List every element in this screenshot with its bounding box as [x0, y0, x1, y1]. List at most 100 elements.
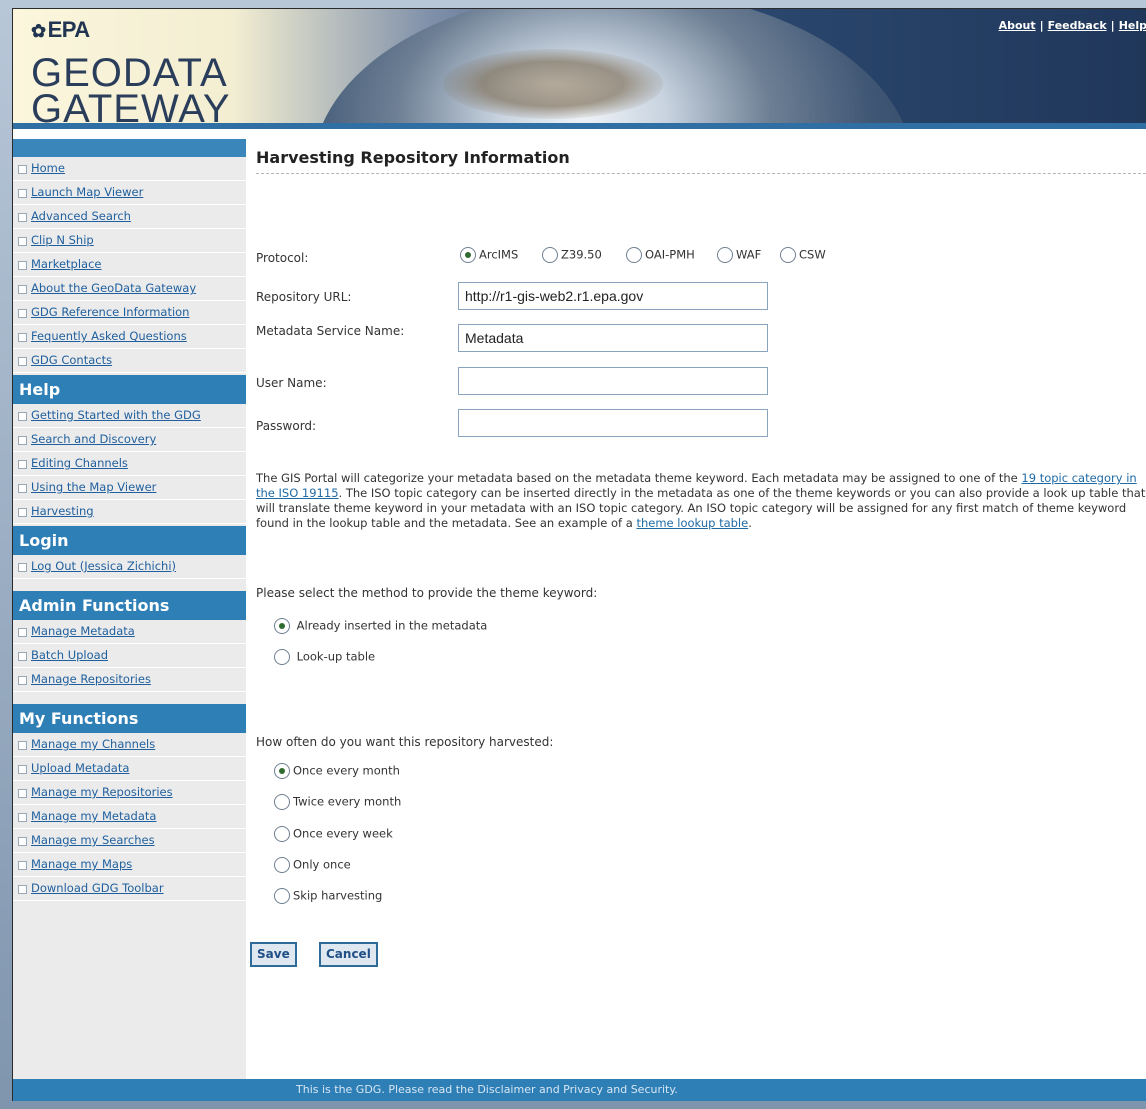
about-link[interactable]: About [999, 19, 1036, 32]
radio-selected-icon[interactable] [460, 247, 476, 263]
radio-icon[interactable] [780, 247, 796, 263]
cancel-button[interactable]: Cancel [319, 942, 378, 967]
top-links: About | Feedback | Help [999, 19, 1146, 32]
radio-icon[interactable] [274, 888, 290, 904]
bullet-icon [18, 765, 27, 774]
metadata-service-input[interactable]: Metadata [458, 324, 768, 352]
frequency-option-weekly[interactable]: Once every week [274, 826, 393, 842]
frequency-option-once[interactable]: Only once [274, 857, 351, 873]
sidebar-link[interactable]: Manage Repositories [31, 672, 151, 686]
bullet-icon [18, 237, 27, 246]
sidebar-link[interactable]: Advanced Search [31, 209, 131, 223]
footer: This is the GDG. Please read the Disclai… [13, 1079, 1146, 1101]
radio-icon[interactable] [717, 247, 733, 263]
option-label: Twice every month [293, 794, 402, 809]
method-option-inserted[interactable]: Already inserted in the metadata [274, 618, 487, 634]
save-button[interactable]: Save [250, 942, 297, 967]
sidebar-item-home: Home [13, 157, 246, 181]
protocol-options: ArcIMS Z39.50 OAI-PMH WAF CSW [460, 247, 960, 267]
sidebar-link[interactable]: Editing Channels [31, 456, 128, 470]
password-input[interactable] [458, 409, 768, 437]
sidebar-link[interactable]: Manage my Searches [31, 833, 155, 847]
sidebar-link[interactable]: Getting Started with the GDG [31, 408, 201, 422]
sidebar-link[interactable]: Home [31, 161, 65, 175]
sidebar-item-marketplace: Marketplace [13, 253, 246, 277]
sidebar-link[interactable]: Manage my Maps [31, 857, 132, 871]
bullet-icon [18, 837, 27, 846]
option-label: Once every week [293, 826, 393, 841]
protocol-option-oai-pmh[interactable]: OAI-PMH [626, 247, 695, 263]
radio-selected-icon[interactable] [274, 763, 290, 779]
radio-icon[interactable] [274, 794, 290, 810]
option-label: ArcIMS [479, 247, 519, 262]
sidebar-link[interactable]: Clip N Ship [31, 233, 94, 247]
sidebar-item-harvesting: Harvesting [13, 500, 246, 524]
sidebar-item-clip-n-ship: Clip N Ship [13, 229, 246, 253]
user-name-input[interactable] [458, 367, 768, 395]
sidebar-link[interactable]: GDG Reference Information [31, 305, 189, 319]
radio-selected-icon[interactable] [274, 618, 290, 634]
repository-url-label: Repository URL: [256, 290, 352, 304]
bullet-icon [18, 789, 27, 798]
method-option-lookup[interactable]: Look-up table [274, 649, 375, 665]
bullet-icon [18, 436, 27, 445]
sidebar-item-using-map-viewer: Using the Map Viewer [13, 476, 246, 500]
protocol-option-waf[interactable]: WAF [717, 247, 761, 263]
sidebar-link[interactable]: Harvesting [31, 504, 94, 518]
repository-url-input[interactable]: http://r1-gis-web2.r1.epa.gov [458, 282, 768, 310]
protocol-option-csw[interactable]: CSW [780, 247, 826, 263]
password-label: Password: [256, 419, 317, 433]
bullet-icon [18, 333, 27, 342]
bullet-icon [18, 357, 27, 366]
feedback-link[interactable]: Feedback [1048, 19, 1107, 32]
radio-icon[interactable] [274, 826, 290, 842]
radio-icon[interactable] [274, 857, 290, 873]
sidebar-link[interactable]: Manage my Metadata [31, 809, 156, 823]
radio-icon[interactable] [542, 247, 558, 263]
sidebar-link[interactable]: Marketplace [31, 257, 101, 271]
radio-icon[interactable] [274, 649, 290, 665]
sidebar-link[interactable]: Download GDG Toolbar [31, 881, 164, 895]
sidebar-link[interactable]: Manage my Channels [31, 737, 155, 751]
sidebar-link[interactable]: Launch Map Viewer [31, 185, 143, 199]
protocol-option-z3950[interactable]: Z39.50 [542, 247, 602, 263]
protocol-option-arcims[interactable]: ArcIMS [460, 247, 518, 263]
protocol-label: Protocol: [256, 251, 309, 265]
epa-logo[interactable]: ✿EPA [31, 17, 90, 43]
bullet-icon [18, 741, 27, 750]
sidebar-link[interactable]: Search and Discovery [31, 432, 156, 446]
sidebar-link[interactable]: Batch Upload [31, 648, 108, 662]
frequency-option-twice-monthly[interactable]: Twice every month [274, 794, 401, 810]
frequency-option-monthly[interactable]: Once every month [274, 763, 400, 779]
bullet-icon [18, 309, 27, 318]
browser-frame: ✿EPA GEODATA GATEWAY About | Feedback | Help… [0, 0, 1146, 1109]
option-label: Only once [293, 857, 351, 872]
sidebar-link[interactable]: Using the Map Viewer [31, 480, 156, 494]
sidebar-item-contacts: GDG Contacts [13, 349, 246, 373]
bullet-icon [18, 652, 27, 661]
option-label: CSW [799, 247, 826, 262]
epa-logo-text: EPA [47, 17, 91, 42]
option-label: WAF [736, 247, 762, 262]
sidebar-item-batch-upload: Batch Upload [13, 644, 246, 668]
sidebar-link[interactable]: Manage Metadata [31, 624, 135, 638]
sidebar-item-my-repositories: Manage my Repositories [13, 781, 246, 805]
page-title: Harvesting Repository Information [256, 148, 570, 167]
frequency-option-skip[interactable]: Skip harvesting [274, 888, 382, 904]
bullet-icon [18, 261, 27, 270]
help-link[interactable]: Help [1119, 19, 1146, 32]
radio-icon[interactable] [626, 247, 642, 263]
sidebar-link[interactable]: About the GeoData Gateway [31, 281, 196, 295]
sidebar-item-map-viewer: Launch Map Viewer [13, 181, 246, 205]
sidebar-link[interactable]: Fequently Asked Questions [31, 329, 187, 343]
sidebar-link[interactable]: Upload Metadata [31, 761, 129, 775]
sidebar-link[interactable]: Manage my Repositories [31, 785, 173, 799]
theme-lookup-table-link[interactable]: theme lookup table [636, 516, 748, 530]
option-label: Once every month [293, 763, 400, 778]
sidebar-link[interactable]: Log Out (Jessica Zichichi) [31, 559, 176, 573]
footer-text: This is the GDG. Please read the Disclai… [296, 1083, 678, 1096]
option-label: OAI-PMH [645, 247, 695, 262]
bullet-icon [18, 412, 27, 421]
sidebar-link[interactable]: GDG Contacts [31, 353, 112, 367]
